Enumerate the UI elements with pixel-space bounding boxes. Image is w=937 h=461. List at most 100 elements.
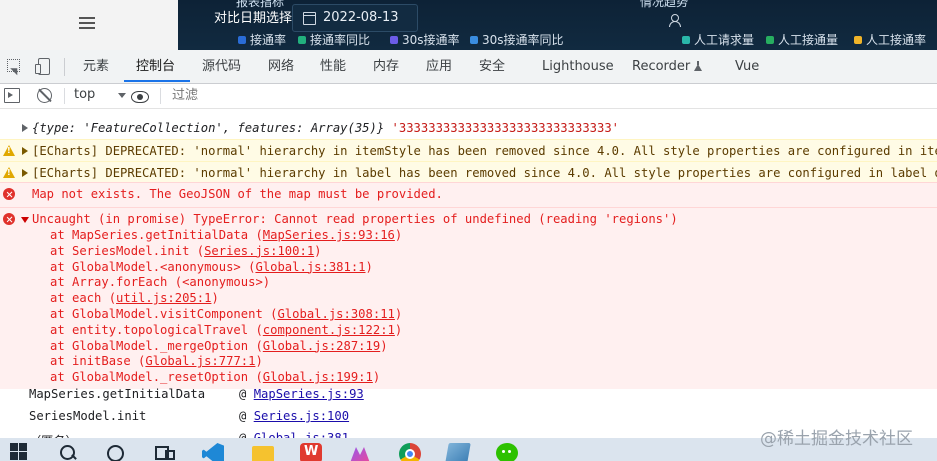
legend-item[interactable]: 30s接通率同比 [482,31,564,48]
expand-arrow-icon[interactable] [22,169,28,177]
tab-memory[interactable]: 内存 [373,50,399,83]
tab-elements[interactable]: 元素 [83,50,109,83]
stack-source-link[interactable]: MapSeries.js:93:16 [263,228,395,242]
context-selector[interactable]: top [74,87,95,102]
source-link[interactable]: MapSeries.js:93 [254,387,364,401]
tab-lighthouse[interactable]: Lighthouse [542,50,614,83]
stack-source-link[interactable]: Global.js:308:11 [277,307,394,321]
stack-frame-text: ) [211,291,219,306]
stack-frame-text: ) [380,338,388,353]
cortana-icon[interactable] [107,443,125,461]
frame-function: MapSeries.getInitialData [29,387,206,401]
tab-console[interactable]: 控制台 [136,50,175,83]
log-object[interactable]: {type: 'FeatureCollection', features: Ar… [32,121,384,135]
watermark: @稀土掘金技术社区 [760,429,913,449]
legend-item[interactable]: 人工请求量 [694,31,754,48]
stack-source-link[interactable]: Global.js:777:1 [145,354,255,368]
chevron-down-icon[interactable] [118,93,126,98]
experiment-flask-icon [694,61,703,71]
date-picker[interactable]: 2022-08-13 [292,4,418,32]
legend-swatch [238,36,246,44]
stack-source-link[interactable]: Global.js:199:1 [263,370,373,384]
stack-frame-text: at initBase ( [50,354,146,369]
frame-at: @ [239,387,247,401]
tab-recorder[interactable]: Recorder [632,50,703,83]
legend-item[interactable]: 人工接通率 [866,31,926,48]
stack-frame: at GlobalModel.visitComponent (Global.js… [50,307,402,321]
file-explorer-icon[interactable] [252,446,274,461]
tab-network[interactable]: 网络 [268,50,294,83]
stack-frame-text: at each ( [50,291,117,306]
stack-frame: at each (util.js:205:1) [50,291,219,305]
stack-source-link[interactable]: util.js:205:1 [116,291,211,305]
collapse-arrow-icon[interactable] [21,217,29,223]
stack-frame: at entity.topologicalTravel (component.j… [50,323,402,337]
frame-at: @ [239,409,247,423]
stack-frame-text: ) [372,370,381,385]
divider [64,88,65,104]
windows-start-icon[interactable] [10,443,28,461]
console-output: {type: 'FeatureCollection', features: Ar… [0,109,937,439]
log-string: '33333333333333333333333333333' [391,121,620,135]
wechat-icon[interactable] [496,443,518,461]
show-sidebar-icon[interactable] [4,88,20,103]
divider [160,88,161,104]
tab-security[interactable]: 安全 [479,50,505,83]
stack-frame-text: ) [255,354,263,369]
devtools-tab-bar: 元素 控制台 源代码 网络 性能 内存 应用 安全 Lighthouse Rec… [0,50,937,84]
warning-icon [3,167,15,178]
page-header-strip: 报表指标 情况趋势 对比日期选择 2022-08-13 接通率 接通率同比 30… [0,0,937,50]
console-warning-row[interactable]: [ECharts] DEPRECATED: 'normal' hierarchy… [0,139,937,162]
expand-arrow-icon[interactable] [22,124,28,132]
menu-icon[interactable] [79,17,95,31]
page-sidebar-header [0,0,178,50]
expand-arrow-icon[interactable] [22,147,28,155]
legend-swatch [390,36,398,44]
task-view-icon[interactable] [155,443,175,461]
async-frame-row: MapSeries.getInitialData @ MapSeries.js:… [0,385,937,406]
wps-office-icon[interactable] [300,443,322,461]
console-toolbar: top [0,84,937,109]
console-error-row-expanded[interactable]: Uncaught (in promise) TypeError: Cannot … [0,207,937,389]
error-message: Map not exists. The GeoJSON of the map m… [32,187,443,201]
tab-performance[interactable]: 性能 [320,50,346,83]
stack-source-link[interactable]: component.js:122:1 [263,323,395,337]
warning-message: [ECharts] DEPRECATED: 'normal' hierarchy… [32,144,937,158]
console-error-row[interactable]: Map not exists. The GeoJSON of the map m… [0,182,937,207]
clear-console-icon[interactable] [37,88,52,103]
stack-frame: at Array.forEach (<anonymous>) [50,275,270,289]
device-toolbar-icon[interactable] [35,58,51,75]
stack-frame: at initBase (Global.js:777:1) [50,354,263,368]
frame-function: SeriesModel.init [29,409,147,423]
tab-vue[interactable]: Vue [735,50,759,83]
stack-source-link[interactable]: Series.js:100:1 [204,244,314,258]
vscode-app-icon[interactable] [202,443,224,461]
stack-frame: at GlobalModel._resetOption (Global.js:1… [50,370,380,384]
chrome-icon[interactable] [399,443,421,461]
stack-source-link[interactable]: Global.js:287:19 [263,339,380,353]
person-icon [668,14,681,27]
inspect-element-icon[interactable] [6,58,22,74]
legend-swatch [854,36,862,44]
console-log-row[interactable]: {type: 'FeatureCollection', features: Ar… [0,117,937,140]
tab-sources[interactable]: 源代码 [202,50,241,83]
search-icon[interactable] [60,443,78,461]
compare-date-label: 对比日期选择 [214,11,293,26]
filter-input[interactable] [172,87,572,102]
console-warning-row[interactable]: [ECharts] DEPRECATED: 'normal' hierarchy… [0,161,937,184]
live-expression-eye-icon[interactable] [131,91,149,103]
stack-frame-text: at entity.topologicalTravel ( [50,322,263,337]
legend-item[interactable]: 接通率同比 [310,31,370,48]
legend-item[interactable]: 接通率 [250,31,286,48]
legend-item[interactable]: 30s接通率 [402,31,460,48]
app-icon[interactable] [350,447,370,461]
stack-frame-text: ) [394,228,403,242]
tab-application[interactable]: 应用 [426,50,452,83]
stack-frame-text: ) [365,259,373,274]
date-value: 2022-08-13 [323,10,399,25]
stack-frame: at GlobalModel.<anonymous> (Global.js:38… [50,260,373,274]
legend-item[interactable]: 人工接通量 [778,31,838,48]
source-link[interactable]: Series.js:100 [254,409,349,423]
stack-source-link[interactable]: Global.js:381:1 [255,260,365,274]
notes-app-icon[interactable] [445,443,471,461]
